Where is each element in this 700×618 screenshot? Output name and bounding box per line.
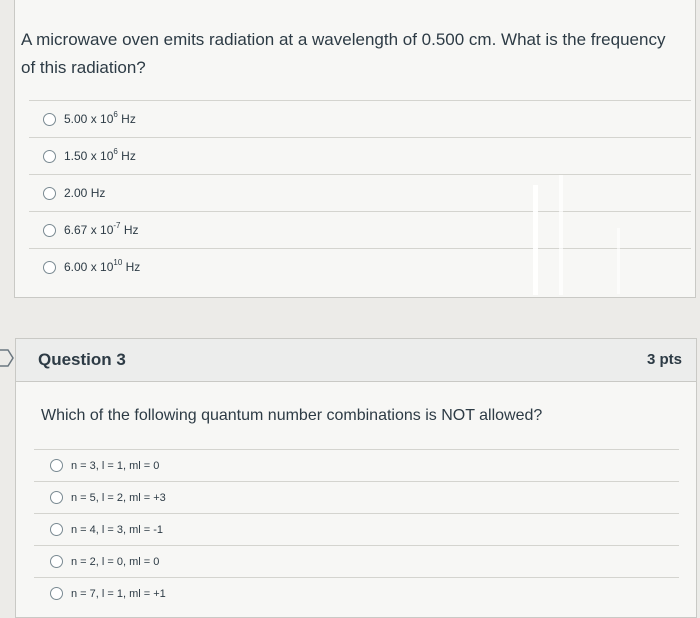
- question-3-header: Question 3 3 pts: [16, 339, 696, 382]
- question-3-text: Which of the following quantum number co…: [41, 407, 543, 424]
- answer-option[interactable]: 6.00 x 1010 Hz: [29, 248, 691, 285]
- answer-option[interactable]: 5.00 x 106 Hz: [29, 100, 691, 137]
- screen-glare: [617, 228, 620, 294]
- radio-button[interactable]: [43, 260, 56, 274]
- radio-button[interactable]: [50, 587, 63, 600]
- question-flag-icon[interactable]: [0, 348, 14, 368]
- radio-button[interactable]: [50, 523, 63, 536]
- answer-label: n = 5, l = 2, ml = +3: [71, 491, 166, 504]
- radio-button[interactable]: [43, 112, 56, 126]
- answer-option[interactable]: 2.00 Hz: [29, 174, 691, 211]
- radio-button[interactable]: [43, 149, 56, 163]
- screen-glare: [559, 175, 563, 295]
- answer-label: 5.00 x 106 Hz: [64, 110, 136, 127]
- answer-label: 6.67 x 10-7 Hz: [64, 221, 139, 238]
- answer-option[interactable]: n = 3, l = 1, ml = 0: [34, 449, 679, 481]
- answer-label: 6.00 x 1010 Hz: [64, 258, 141, 275]
- radio-button[interactable]: [50, 555, 63, 568]
- answer-option[interactable]: n = 7, l = 1, ml = +1: [34, 577, 679, 609]
- answer-option[interactable]: n = 5, l = 2, ml = +3: [34, 481, 679, 513]
- question-2-card: A microwave oven emits radiation at a wa…: [14, 0, 696, 298]
- screen-glare: [533, 185, 538, 295]
- question-title: Question 3: [38, 350, 126, 369]
- answer-label: n = 4, l = 3, ml = -1: [71, 523, 164, 536]
- radio-button[interactable]: [43, 223, 56, 237]
- radio-button[interactable]: [50, 459, 63, 472]
- answer-label: n = 3, l = 1, ml = 0: [71, 459, 160, 472]
- answer-option[interactable]: 6.67 x 10-7 Hz: [29, 211, 691, 248]
- question-2-answer-list: 5.00 x 106 Hz 1.50 x 106 Hz 2.00 Hz 6.67…: [29, 100, 691, 285]
- question-points: 3 pts: [646, 351, 682, 368]
- question-2-text: A microwave oven emits radiation at a wa…: [21, 30, 666, 77]
- radio-button[interactable]: [50, 491, 63, 504]
- answer-option[interactable]: n = 4, l = 3, ml = -1: [34, 513, 679, 545]
- question-3-answer-list: n = 3, l = 1, ml = 0 n = 5, l = 2, ml = …: [34, 449, 679, 609]
- answer-option[interactable]: 1.50 x 106 Hz: [29, 137, 691, 174]
- radio-button[interactable]: [43, 186, 56, 200]
- answer-option[interactable]: n = 2, l = 0, ml = 0: [34, 545, 679, 577]
- answer-label: 2.00 Hz: [64, 186, 106, 200]
- answer-label: n = 7, l = 1, ml = +1: [71, 587, 166, 600]
- question-3-card: Question 3 3 pts Which of the following …: [15, 338, 697, 618]
- answer-label: 1.50 x 106 Hz: [64, 147, 136, 164]
- answer-label: n = 2, l = 0, ml = 0: [71, 555, 160, 568]
